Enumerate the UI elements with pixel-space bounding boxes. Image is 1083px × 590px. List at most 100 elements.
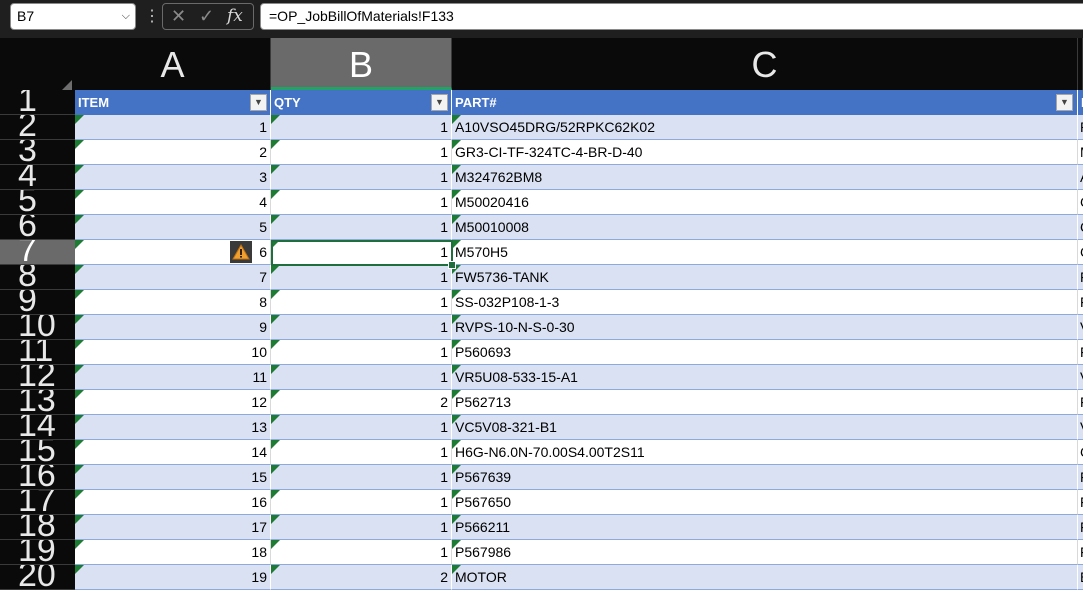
cell-item[interactable]: 11 — [75, 365, 271, 390]
cell-next[interactable]: V — [1078, 365, 1083, 390]
cell-part[interactable]: GR3-CI-TF-324TC-4-BR-D-40 — [452, 140, 1078, 165]
cell-next[interactable]: F — [1078, 515, 1083, 540]
row-header-13[interactable]: 13 — [0, 390, 75, 415]
cell-part[interactable]: P567650 — [452, 490, 1078, 515]
cell-qty[interactable]: 1 — [271, 490, 452, 515]
worksheet-grid[interactable]: ITEM▼ QTY▼ PART#▼ D 11A10VSO45DRG/52RPKC… — [75, 90, 1083, 590]
cell-part[interactable]: FW5736-TANK — [452, 265, 1078, 290]
cell-qty[interactable]: 1 — [271, 290, 452, 315]
cancel-icon[interactable]: ✕ — [171, 4, 186, 29]
cell-part[interactable]: M50020416 — [452, 190, 1078, 215]
error-warning-icon[interactable] — [230, 241, 252, 263]
cell-next[interactable]: F — [1078, 465, 1083, 490]
row-header-5[interactable]: 5 — [0, 190, 75, 215]
row-header-9[interactable]: 9 — [0, 290, 75, 315]
row-header-10[interactable]: 10 — [0, 315, 75, 340]
cell-part[interactable]: A10VSO45DRG/52RPKC62K02 — [452, 115, 1078, 140]
cell-next[interactable]: C — [1078, 240, 1083, 265]
cell-next[interactable]: F — [1078, 490, 1083, 515]
row-header-11[interactable]: 11 — [0, 340, 75, 365]
cell-item[interactable]: 16 — [75, 490, 271, 515]
header-next[interactable]: D — [1078, 90, 1083, 115]
cell-item[interactable]: 9 — [75, 315, 271, 340]
cell-item[interactable]: 17 — [75, 515, 271, 540]
cell-next[interactable]: F — [1078, 390, 1083, 415]
enter-icon[interactable]: ✓ — [199, 4, 214, 29]
cell-item[interactable]: 19 — [75, 565, 271, 590]
row-header-2[interactable]: 2 — [0, 115, 75, 140]
select-all-button[interactable] — [0, 38, 75, 124]
row-header-14[interactable]: 14 — [0, 415, 75, 440]
cell-qty[interactable]: 1 — [271, 515, 452, 540]
cell-next[interactable]: C — [1078, 440, 1083, 465]
row-header-6[interactable]: 6 — [0, 215, 75, 240]
cell-item[interactable]: 4 — [75, 190, 271, 215]
fill-handle[interactable] — [448, 261, 456, 269]
cell-part[interactable]: M324762BM8 — [452, 165, 1078, 190]
cell-next[interactable]: V — [1078, 415, 1083, 440]
cell-part[interactable]: P567639 — [452, 465, 1078, 490]
cell-next[interactable]: P — [1078, 115, 1083, 140]
cell-qty[interactable]: 1 — [271, 265, 452, 290]
cell-item[interactable]: 5 — [75, 215, 271, 240]
cell-item[interactable]: 14 — [75, 440, 271, 465]
chevron-down-icon[interactable]: ⌵ — [122, 4, 130, 29]
cell-qty[interactable]: 1 — [271, 340, 452, 365]
cell-part[interactable]: VR5U08-533-15-A1 — [452, 365, 1078, 390]
column-header-b[interactable]: B — [271, 38, 452, 90]
cell-next[interactable]: F — [1078, 290, 1083, 315]
cell-qty[interactable]: 1 — [271, 165, 452, 190]
cell-next[interactable]: F — [1078, 540, 1083, 565]
cell-qty[interactable]: 1 — [271, 315, 452, 340]
cell-qty[interactable]: 1 — [271, 215, 452, 240]
row-header-19[interactable]: 19 — [0, 540, 75, 565]
cell-qty[interactable]: 2 — [271, 565, 452, 590]
row-header-8[interactable]: 8 — [0, 265, 75, 290]
filter-dropdown-icon[interactable]: ▼ — [1056, 94, 1073, 111]
cell-item[interactable]: 15 — [75, 465, 271, 490]
cell-part[interactable]: P560693 — [452, 340, 1078, 365]
row-header-16[interactable]: 16 — [0, 465, 75, 490]
cell-part[interactable]: MOTOR — [452, 565, 1078, 590]
column-header-d[interactable] — [1078, 38, 1083, 90]
cell-next[interactable]: C — [1078, 215, 1083, 240]
more-options-icon[interactable]: ⋮ — [144, 5, 160, 29]
cell-part[interactable]: P562713 — [452, 390, 1078, 415]
cell-next[interactable]: C — [1078, 190, 1083, 215]
cell-part[interactable]: M50010008 — [452, 215, 1078, 240]
column-header-c[interactable]: C — [452, 38, 1078, 90]
row-header-17[interactable]: 17 — [0, 490, 75, 515]
cell-qty[interactable]: 1 — [271, 365, 452, 390]
cell-qty[interactable]: 1 — [271, 465, 452, 490]
cell-qty[interactable]: 1 — [271, 415, 452, 440]
cell-qty[interactable]: 1 — [271, 115, 452, 140]
cell-item[interactable]: 7 — [75, 265, 271, 290]
cell-item[interactable]: 1 — [75, 115, 271, 140]
header-part[interactable]: PART# ▼ — [452, 90, 1078, 115]
cell-next[interactable]: A — [1078, 165, 1083, 190]
cell-next[interactable]: E — [1078, 565, 1083, 590]
name-box[interactable]: B7 ⌵ — [10, 3, 136, 30]
cell-part[interactable]: P566211 — [452, 515, 1078, 540]
cell-part[interactable]: P567986 — [452, 540, 1078, 565]
row-header-7[interactable]: 7 — [0, 240, 75, 265]
cell-qty[interactable]: 1 — [271, 140, 452, 165]
cell-qty[interactable]: 1 — [271, 540, 452, 565]
header-qty[interactable]: QTY ▼ — [271, 90, 452, 115]
formula-input[interactable]: =OP_JobBillOfMaterials!F133 — [260, 3, 1083, 30]
cell-item[interactable]: 13 — [75, 415, 271, 440]
cell-qty[interactable]: 2 — [271, 390, 452, 415]
cell-qty[interactable]: 1 — [271, 440, 452, 465]
cell-part[interactable]: M570H5 — [452, 240, 1078, 265]
row-header-18[interactable]: 18 — [0, 515, 75, 540]
cell-item[interactable]: 10 — [75, 340, 271, 365]
row-header-4[interactable]: 4 — [0, 165, 75, 190]
cell-qty[interactable]: 1 — [271, 240, 452, 265]
cell-item[interactable]: 2 — [75, 140, 271, 165]
row-header-15[interactable]: 15 — [0, 440, 75, 465]
row-header-20[interactable]: 20 — [0, 565, 75, 590]
row-header-3[interactable]: 3 — [0, 140, 75, 165]
column-header-a[interactable]: A — [75, 38, 271, 90]
cell-next[interactable]: M — [1078, 140, 1083, 165]
row-header-1[interactable]: 1 — [0, 90, 75, 115]
